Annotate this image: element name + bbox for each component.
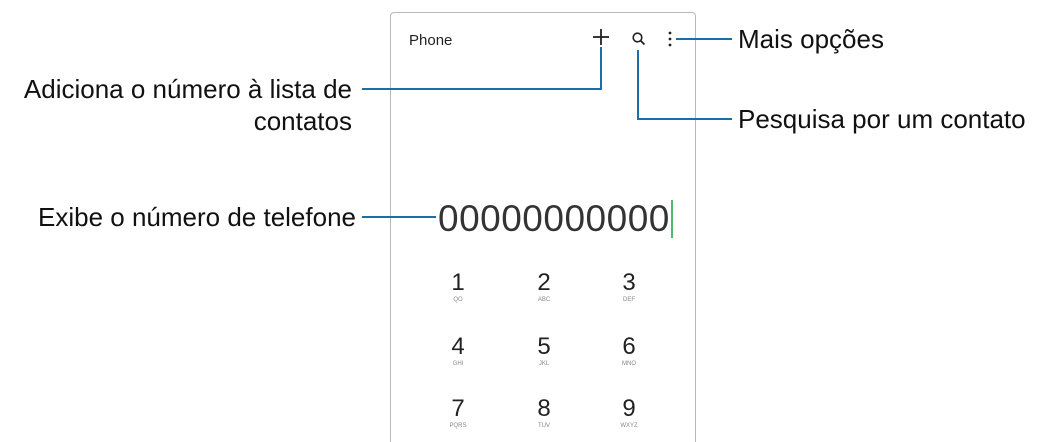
key-letters: DEF xyxy=(623,297,635,303)
plus-icon[interactable] xyxy=(590,26,612,48)
dial-key-7[interactable]: 7 PQRS xyxy=(428,395,488,430)
callout-line-search-h xyxy=(637,118,732,120)
phone-screen: Phone 00000000000 1 QO 2 ABC 3 DEF 4 GHI… xyxy=(390,12,696,442)
callout-add-contact-line1: Adiciona o número à lista de xyxy=(23,74,352,104)
key-letters: MNO xyxy=(622,361,636,367)
key-letters: JKL xyxy=(538,361,550,367)
key-letters: GHI xyxy=(452,361,464,367)
callout-line-show-number xyxy=(362,216,436,218)
dial-key-1[interactable]: 1 QO xyxy=(428,269,488,304)
key-digit: 4 xyxy=(451,333,465,360)
key-digit: 2 xyxy=(537,269,551,296)
dial-key-3[interactable]: 3 DEF xyxy=(599,269,659,304)
dial-key-8[interactable]: 8 TUV xyxy=(514,395,574,430)
callout-search-contact: Pesquisa por um contato xyxy=(738,104,1026,134)
key-letters: TUV xyxy=(538,423,550,429)
callout-line-more-options xyxy=(676,38,732,40)
dial-key-5[interactable]: 5 JKL xyxy=(514,333,574,368)
callout-add-contact: Adiciona o número à lista de contatos xyxy=(24,73,352,137)
key-letters: ABC xyxy=(537,297,551,303)
key-letters: PQRS xyxy=(449,423,467,429)
key-digit: 6 xyxy=(622,333,636,360)
callout-line-search-v xyxy=(637,50,639,120)
dial-key-6[interactable]: 6 MNO xyxy=(599,333,659,368)
callout-line-add-contact-h xyxy=(362,88,602,90)
phone-number-text: 00000000000 xyxy=(438,198,670,239)
dial-key-9[interactable]: 9 WXYZ xyxy=(599,395,659,430)
key-letters: QO xyxy=(453,297,463,303)
text-cursor xyxy=(670,200,673,238)
search-icon[interactable] xyxy=(631,31,647,47)
callout-show-number: Exibe o número de telefone xyxy=(38,202,356,232)
dial-key-4[interactable]: 4 GHI xyxy=(428,333,488,368)
key-letters: WXYZ xyxy=(620,423,638,429)
more-vertical-icon[interactable] xyxy=(667,30,673,48)
phone-number-display[interactable]: 00000000000 xyxy=(438,198,673,240)
key-digit: 1 xyxy=(451,269,465,296)
key-digit: 3 xyxy=(622,269,636,296)
key-digit: 7 xyxy=(451,395,465,422)
key-digit: 5 xyxy=(537,333,551,360)
dial-key-2[interactable]: 2 ABC xyxy=(514,269,574,304)
callout-add-contact-line2: contatos xyxy=(253,106,352,136)
key-digit: 8 xyxy=(537,395,551,422)
callout-line-add-contact-v xyxy=(600,47,602,90)
callout-more-options: Mais opções xyxy=(738,24,884,54)
app-title: Phone xyxy=(409,32,453,49)
key-digit: 9 xyxy=(622,395,636,422)
